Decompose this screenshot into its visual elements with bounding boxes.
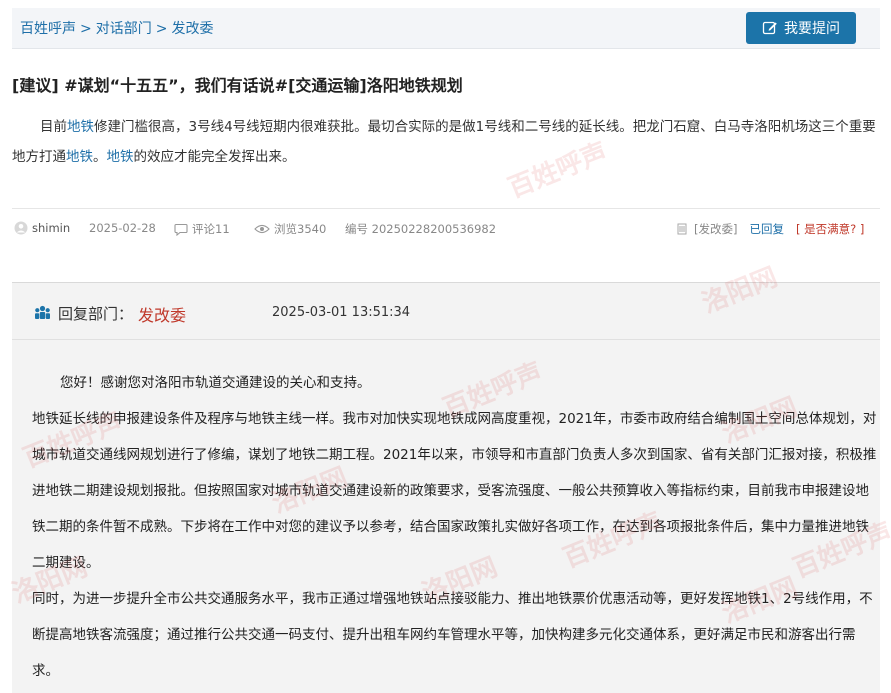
meta-serial: 编号 20250228200536982 bbox=[345, 221, 496, 237]
meta-replied: 已回复 bbox=[749, 222, 784, 236]
department-icon bbox=[35, 305, 50, 319]
reply-paragraph-2: 同时，为进一步提升全市公共交通服务水平，我市正通过增强地铁站点接驳能力、推出地铁… bbox=[32, 591, 873, 679]
meta-date: 2025-02-28 bbox=[89, 221, 156, 235]
meta-serial-text: 编号 20250228200536982 bbox=[345, 222, 497, 236]
content-text: 目前 bbox=[40, 119, 67, 135]
eye-icon bbox=[254, 224, 270, 234]
meta-views: 浏览3540 bbox=[254, 221, 326, 237]
content-text: 的效应才能完全发挥出来。 bbox=[133, 149, 296, 165]
reply-datetime: 2025-03-01 13:51:34 bbox=[272, 305, 411, 320]
post-tag: [建议] bbox=[12, 76, 59, 95]
edit-icon bbox=[762, 21, 777, 35]
reply-box: 回复部门： 发改委 2025-03-01 13:51:34 您好！感谢您对洛阳市… bbox=[12, 282, 880, 693]
meta-username[interactable]: shimin bbox=[32, 221, 70, 235]
meta-user: shimin bbox=[14, 221, 70, 235]
meta-status: [发改委] 已回复 [ 是否满意? ] bbox=[676, 221, 864, 237]
meta-dept[interactable]: [发改委] bbox=[694, 221, 737, 237]
breadcrumb-baixing[interactable]: 百姓呼声 bbox=[20, 21, 76, 37]
breadcrumb: 百姓呼声 > 对话部门 > 发改委 bbox=[20, 18, 213, 38]
keyword-link-subway[interactable]: 地铁 bbox=[107, 149, 134, 165]
reply-body: 您好！感谢您对洛阳市轨道交通建设的关心和支持。 地铁延长线的申报建设条件及程序与… bbox=[32, 365, 882, 689]
user-icon bbox=[14, 221, 28, 235]
meta-comments-text: 评论11 bbox=[192, 222, 230, 236]
post-title: [建议] #谋划“十五五”，我们有话说#[交通运输]洛阳地铁规划 bbox=[12, 72, 880, 96]
meta-comments[interactable]: 评论11 bbox=[174, 221, 230, 237]
reply-dept-label: 回复部门： bbox=[58, 305, 134, 323]
meta-date-text: 2025-02-28 bbox=[89, 221, 156, 235]
breadcrumb-bar: 百姓呼声 > 对话部门 > 发改委 我要提问 bbox=[12, 8, 880, 49]
content-text: 。 bbox=[93, 149, 107, 165]
post-title-text: #谋划“十五五”，我们有话说#[交通运输]洛阳地铁规划 bbox=[64, 76, 463, 95]
ask-question-button[interactable]: 我要提问 bbox=[746, 12, 856, 44]
breadcrumb-separator: > bbox=[80, 21, 92, 37]
breadcrumb-dialogue[interactable]: 对话部门 bbox=[96, 21, 152, 37]
reply-paragraph-1: 地铁延长线的申报建设条件及程序与地铁主线一样。我市对加快实现地铁成网高度重视，2… bbox=[32, 411, 877, 571]
keyword-link-subway[interactable]: 地铁 bbox=[66, 149, 93, 165]
satisfaction-link[interactable]: [ 是否满意? ] bbox=[796, 221, 864, 237]
ask-question-label: 我要提问 bbox=[784, 21, 840, 37]
reply-dept-name[interactable]: 发改委 bbox=[138, 302, 186, 326]
post-meta: shimin 2025-02-28 评论11 浏览3540 编号 2025022… bbox=[12, 208, 880, 249]
reply-greeting: 您好！感谢您对洛阳市轨道交通建设的关心和支持。 bbox=[60, 375, 371, 391]
reply-header: 回复部门： 发改委 2025-03-01 13:51:34 bbox=[12, 283, 880, 340]
comment-icon bbox=[174, 223, 188, 236]
post-content: 目前地铁修建门槛很高，3号线4号线短期内很难获批。最切合实际的是做1号线和二号线… bbox=[12, 112, 884, 172]
breadcrumb-fagaiwei[interactable]: 发改委 bbox=[171, 21, 213, 37]
meta-views-text: 浏览3540 bbox=[274, 222, 327, 236]
org-icon bbox=[677, 223, 687, 235]
keyword-link-subway[interactable]: 地铁 bbox=[67, 119, 94, 135]
breadcrumb-separator: > bbox=[155, 21, 168, 37]
